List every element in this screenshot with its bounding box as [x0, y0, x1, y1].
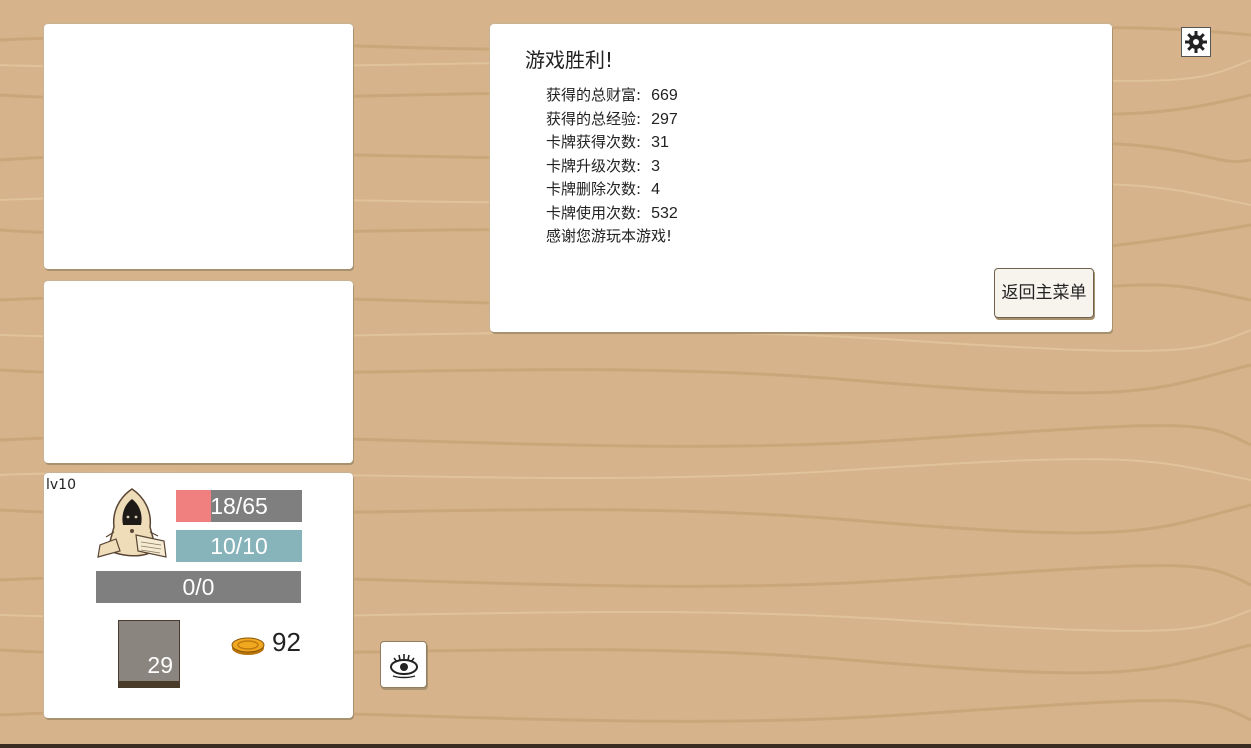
empty-card-slot-middle — [44, 281, 353, 463]
stats-list: 获得的总财富: 669 获得的总经验: 297 卡牌获得次数: 31 卡牌升级次数: 3… — [546, 84, 678, 248]
player-level: lv10 — [46, 477, 76, 493]
stat-cards-removed: 卡牌删除次数: 4 — [546, 180, 660, 198]
victory-title: 游戏胜利! — [525, 48, 614, 72]
thanks-message: 感谢您游玩本游戏! — [546, 227, 673, 245]
mana-bar: 10/10 — [176, 530, 302, 562]
stat-total-experience: 获得的总经验: 297 — [546, 109, 678, 128]
hooded-mage-portrait — [97, 488, 167, 558]
eye-icon — [390, 654, 418, 679]
mana-text: 10/10 — [210, 533, 268, 559]
deck-count: 29 — [147, 652, 173, 678]
stat-cards-upgraded: 卡牌升级次数: 3 — [546, 156, 660, 175]
view-toggle-button[interactable] — [380, 641, 427, 688]
empty-card-slot-top — [44, 24, 353, 269]
stat-cards-used: 卡牌使用次数: 532 — [546, 203, 678, 222]
gear-icon — [1185, 31, 1207, 53]
victory-dialog: 游戏胜利! 获得的总财富: 669 获得的总经验: 297 卡牌获得次数: 31 卡牌… — [490, 24, 1112, 332]
stat-total-wealth: 获得的总财富: 669 — [546, 86, 678, 104]
experience-bar: 0/0 — [96, 571, 301, 603]
health-bar: 18/65 — [176, 490, 302, 522]
health-text: 18/65 — [210, 493, 268, 519]
gold-amount: 92 — [272, 627, 301, 657]
settings-button[interactable] — [1181, 27, 1211, 57]
back-to-main-menu-button[interactable]: 返回主菜单 — [994, 268, 1094, 318]
deck-pile[interactable]: 29 — [118, 620, 180, 688]
experience-text: 0/0 — [182, 574, 215, 600]
coin-icon — [231, 637, 265, 655]
player-status-panel: lv10 18/65 10/10 0/0 29 92 — [44, 473, 353, 718]
stat-cards-obtained: 卡牌获得次数: 31 — [546, 133, 669, 151]
